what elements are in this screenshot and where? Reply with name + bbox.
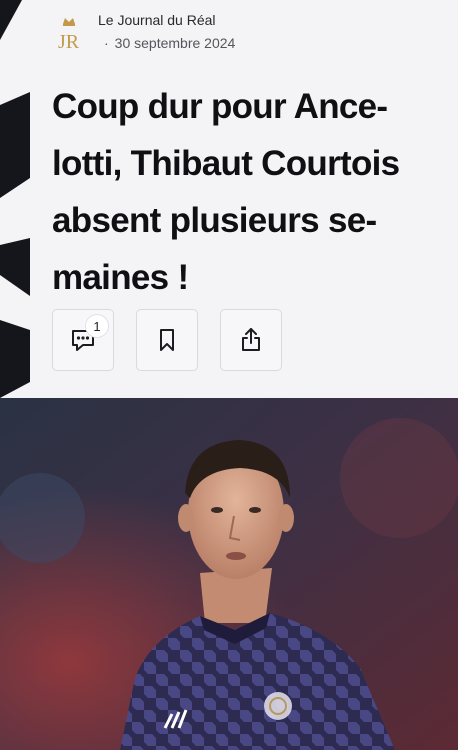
article-title: Coup dur pour Ance- lotti, Thibaut Court…: [52, 78, 432, 306]
article-header: JR Le Journal du Réal · 30 septembre 2024…: [0, 0, 458, 398]
publisher-name[interactable]: Le Journal du Réal: [98, 12, 216, 28]
title-line: lotti, Thibaut Courtois: [52, 144, 400, 183]
comments-count-badge: 1: [86, 315, 108, 337]
logo-letters: JR: [58, 31, 80, 51]
title-line: Coup dur pour Ance-: [52, 87, 388, 126]
separator-dot: ·: [104, 35, 109, 51]
publisher-logo[interactable]: JR: [52, 15, 86, 53]
publish-date: 30 septembre 2024: [114, 35, 236, 51]
article-photo: [0, 398, 458, 750]
decorative-stripes: [0, 0, 30, 398]
share-icon: [242, 328, 260, 351]
bookmark-button[interactable]: [136, 309, 198, 371]
share-button[interactable]: [220, 309, 282, 371]
publish-date-line: · 30 septembre 2024: [104, 35, 235, 51]
title-line: absent plusieurs se-: [52, 201, 377, 240]
title-line: maines !: [52, 258, 189, 297]
bookmark-icon: [160, 329, 174, 351]
